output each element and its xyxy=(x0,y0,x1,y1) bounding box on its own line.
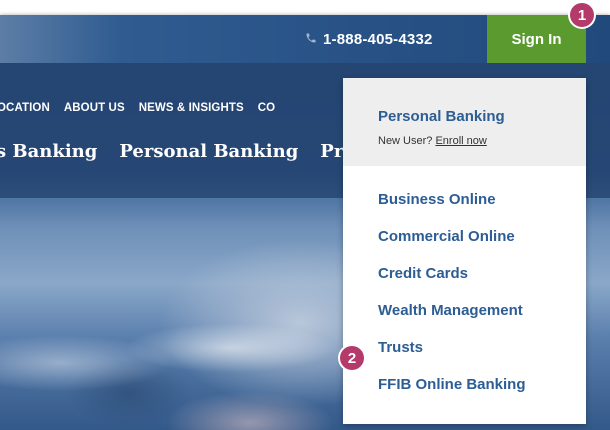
sign-in-button[interactable]: Sign In xyxy=(487,15,586,63)
commercial-online-link[interactable]: Commercial Online xyxy=(378,228,515,245)
utility-nav: OCATION ABOUT US NEWS & INSIGHTS CO xyxy=(0,102,275,114)
nav-business-banking[interactable]: s Banking xyxy=(0,141,97,162)
trusts-link[interactable]: Trusts xyxy=(378,339,423,356)
step-badge-2: 2 xyxy=(340,346,364,370)
nav-news-insights[interactable]: NEWS & INSIGHTS xyxy=(139,102,244,114)
phone-number: 1-888-405-4332 xyxy=(323,30,433,48)
top-bar: 1-888-405-4332 Sign In xyxy=(0,15,610,63)
nav-about-us[interactable]: ABOUT US xyxy=(64,102,125,114)
business-online-link[interactable]: Business Online xyxy=(378,191,496,208)
phone-icon xyxy=(305,31,317,48)
nav-contact[interactable]: CO xyxy=(258,102,275,114)
nav-location[interactable]: OCATION xyxy=(0,102,50,114)
primary-nav: s Banking Personal Banking Pri xyxy=(0,141,350,162)
wealth-management-link[interactable]: Wealth Management xyxy=(378,302,523,319)
credit-cards-link[interactable]: Credit Cards xyxy=(378,265,468,282)
bank-website: 1-888-405-4332 Sign In OCATION ABOUT US … xyxy=(0,15,610,430)
enroll-now-link[interactable]: Enroll now xyxy=(435,135,486,147)
sign-in-dropdown: Personal Banking New User? Enroll now Bu… xyxy=(343,78,586,424)
personal-banking-login-link[interactable]: Personal Banking xyxy=(378,108,505,125)
nav-personal-banking[interactable]: Personal Banking xyxy=(119,141,298,162)
ffib-online-banking-link[interactable]: FFIB Online Banking xyxy=(378,376,526,393)
phone-link[interactable]: 1-888-405-4332 xyxy=(305,28,433,50)
new-user-label: New User? xyxy=(378,135,433,147)
dropdown-header: Personal Banking New User? Enroll now xyxy=(343,78,586,166)
screenshot-frame: 1-888-405-4332 Sign In OCATION ABOUT US … xyxy=(0,0,610,430)
step-badge-1: 1 xyxy=(570,3,594,27)
new-user-text: New User? Enroll now xyxy=(378,135,487,147)
